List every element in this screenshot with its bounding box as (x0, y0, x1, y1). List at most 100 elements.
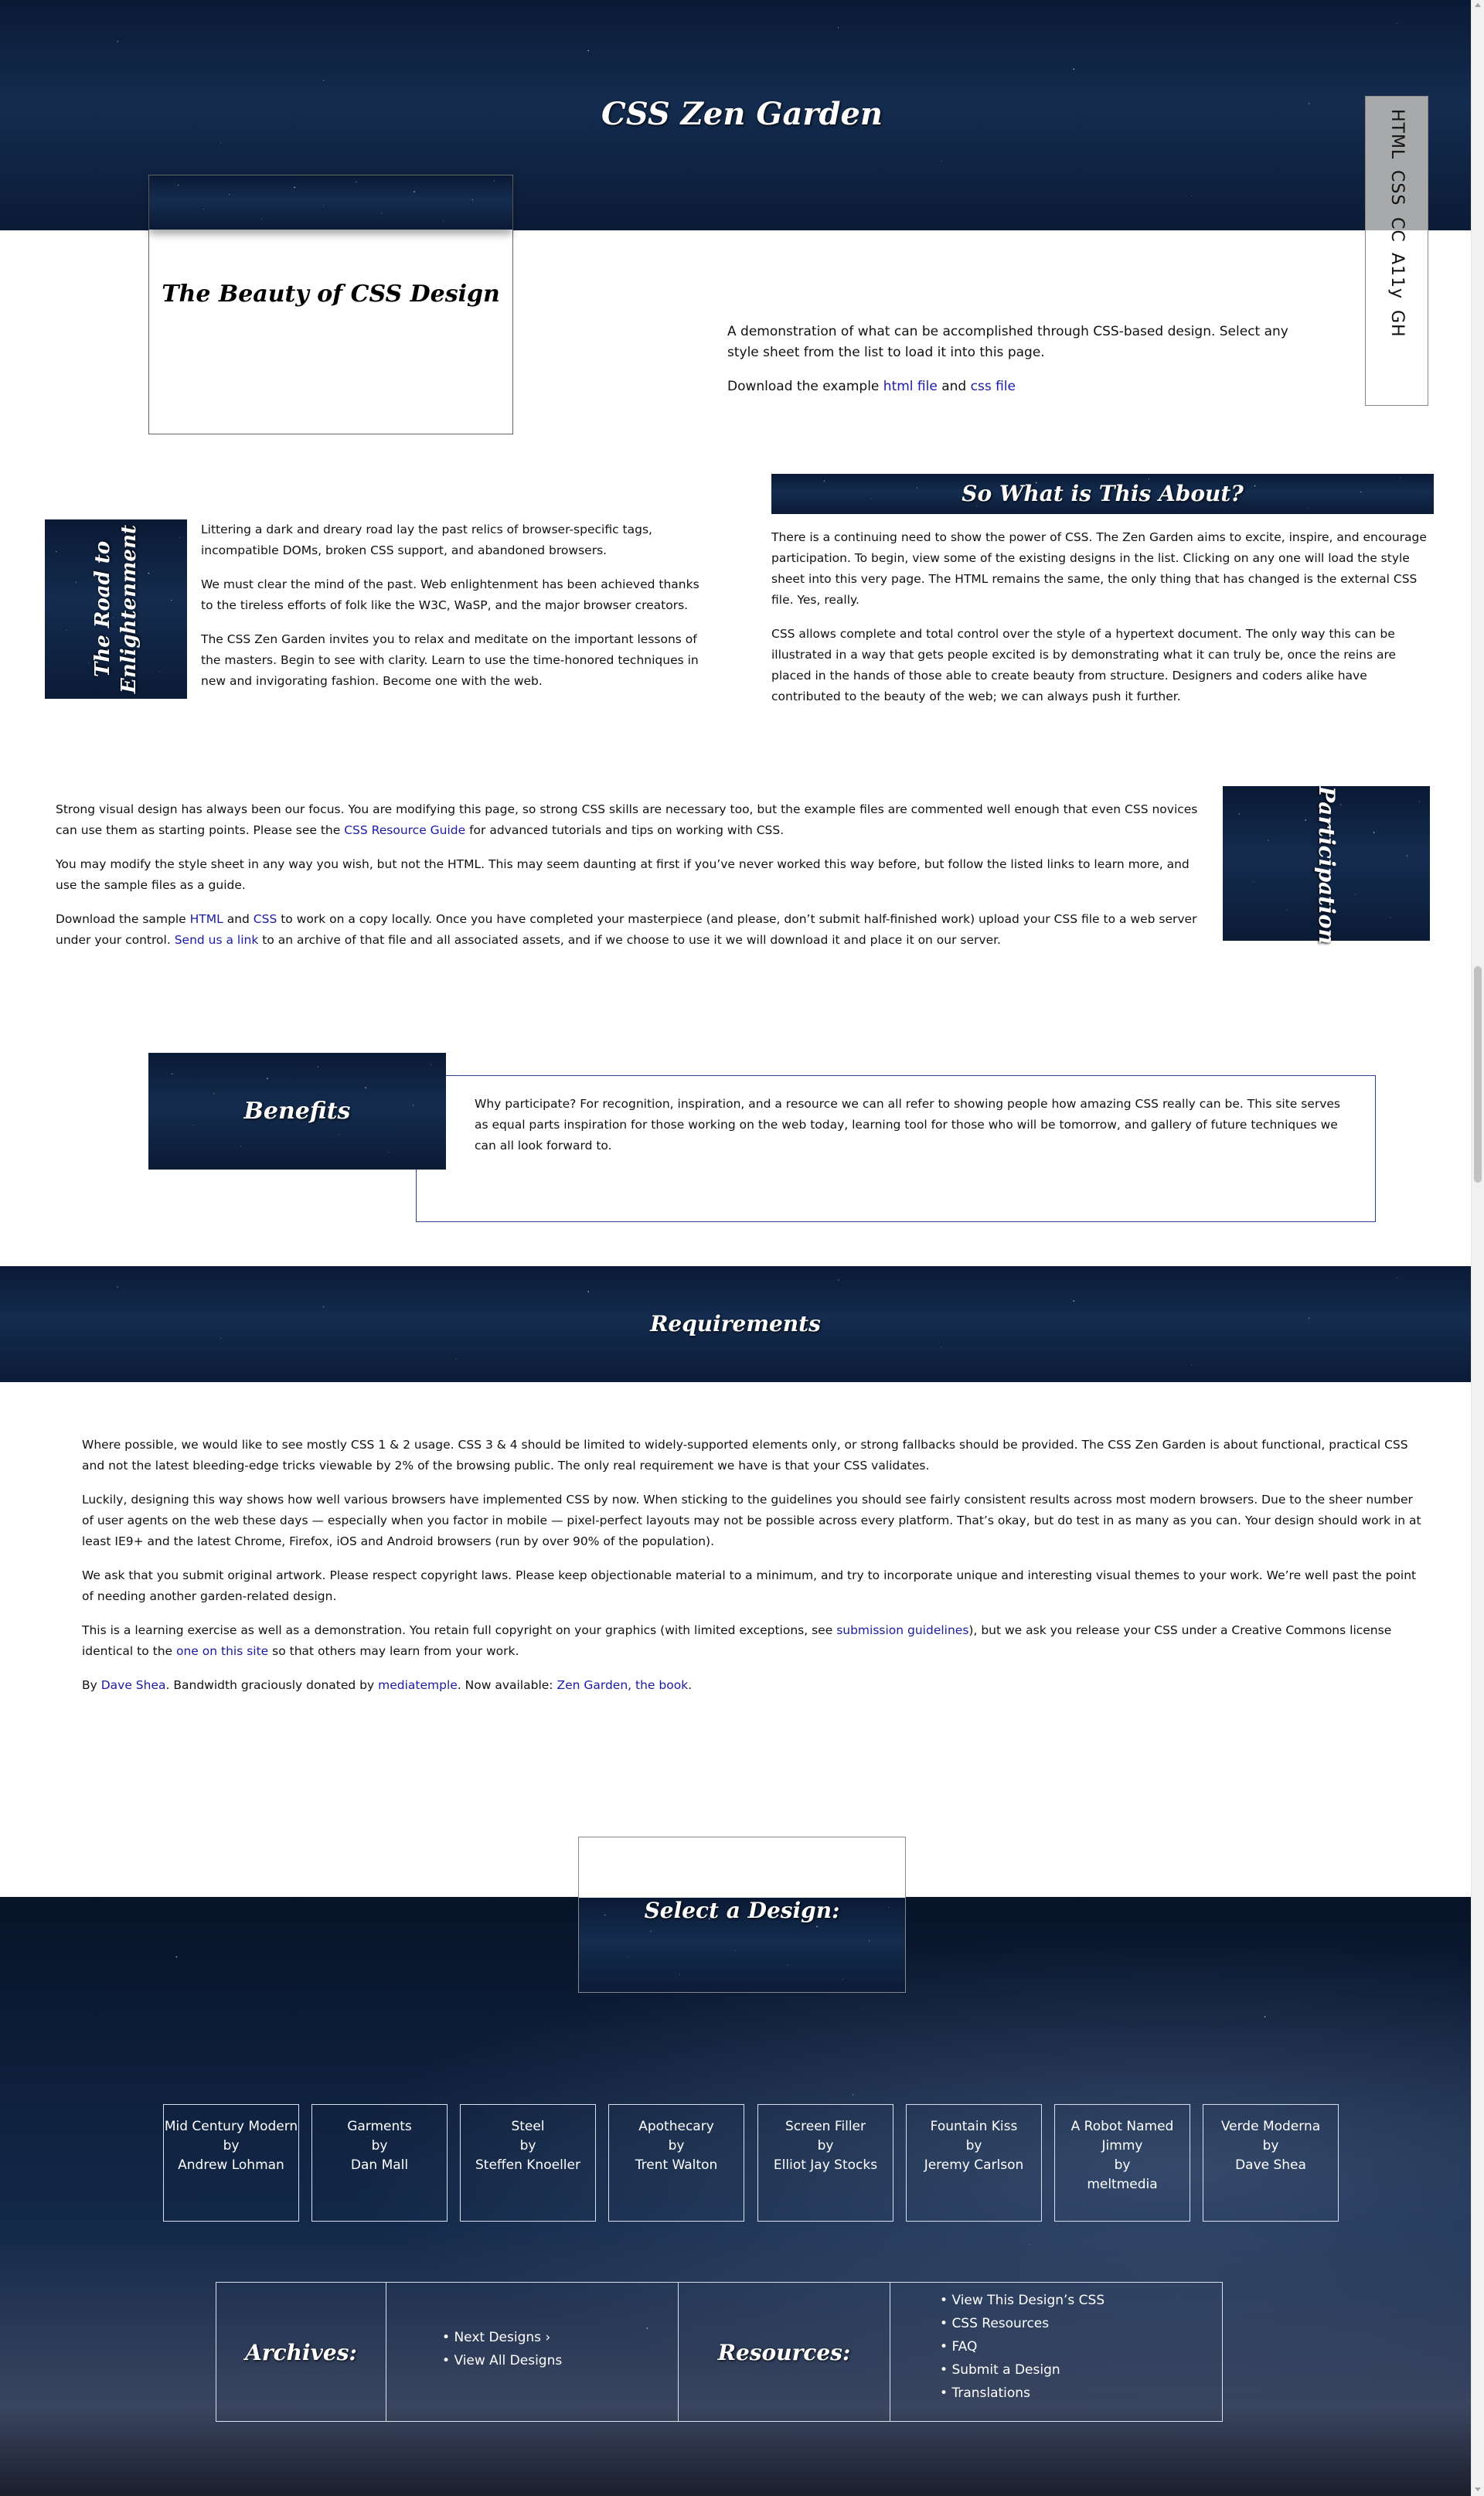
resources-title: Resources: (717, 2340, 851, 2365)
side-nav: HTML CSS CC A11y GH (1365, 96, 1428, 406)
scrollbar-track[interactable] (1471, 0, 1484, 2496)
benefits-title: Benefits (243, 1098, 351, 1125)
scrollbar-thumb[interactable] (1474, 966, 1482, 1183)
design-card[interactable]: Screen Filler by Elliot Jay Stocks (757, 2104, 893, 2222)
design-name[interactable]: Steel (461, 2117, 595, 2137)
faq-label[interactable]: FAQ (951, 2339, 977, 2355)
requirements-p5-d: . (688, 1678, 693, 1692)
preamble-title-line2: Enlightenment (117, 525, 141, 693)
dave-shea-link[interactable]: Dave Shea (101, 1678, 166, 1692)
design-card[interactable]: A Robot Named Jimmy by meltmedia (1054, 2104, 1190, 2222)
design-author[interactable]: Elliot Jay Stocks (758, 2156, 893, 2175)
send-link-link[interactable]: Send us a link (175, 933, 259, 947)
design-card[interactable]: Garments by Dan Mall (311, 2104, 448, 2222)
html-file-link[interactable]: html file (883, 379, 938, 394)
design-author[interactable]: Dan Mall (312, 2156, 447, 2175)
css-resources-label[interactable]: CSS Resources (951, 2316, 1049, 2331)
scrollbar-up-arrow-icon[interactable] (1475, 3, 1481, 7)
design-card[interactable]: Mid Century Modern by Andrew Lohman (163, 2104, 299, 2222)
design-name[interactable]: Garments (312, 2117, 447, 2137)
scrollbar-down-arrow-icon[interactable] (1475, 2487, 1481, 2491)
preamble-title-box: The Road to Enlightenment (45, 519, 187, 699)
translations-link[interactable]: • Translations (940, 2382, 1221, 2405)
requirements-p2: Luckily, designing this way shows how we… (82, 1493, 1421, 1548)
sample-html-link[interactable]: HTML (190, 912, 223, 926)
participation-p3-and: and (223, 912, 254, 926)
participation-p2: You may modify the style sheet in any wa… (56, 857, 1190, 892)
participation-title-box: Participation (1223, 786, 1430, 945)
view-design-css-label[interactable]: View This Design’s CSS (951, 2293, 1104, 2308)
explanation-title: So What is This About? (962, 481, 1244, 506)
select-design-box: Select a Design: (578, 1837, 906, 1993)
design-author[interactable]: Steffen Knoeller (461, 2156, 595, 2175)
license-link[interactable]: one on this site (176, 1644, 268, 1658)
side-nav-html[interactable]: HTML (1385, 109, 1408, 159)
design-card[interactable]: Steel by Steffen Knoeller (460, 2104, 596, 2222)
preamble-p2: We must clear the mind of the past. Web … (201, 577, 699, 612)
design-author[interactable]: Dave Shea (1203, 2156, 1338, 2175)
submit-design-label[interactable]: Submit a Design (951, 2362, 1060, 2378)
requirements-title: Requirements (650, 1311, 821, 1337)
tagline-box-strip (149, 175, 512, 230)
participation-p3: Download the sample HTML and CSS to work… (56, 909, 1200, 951)
tagline: The Beauty of CSS Design (162, 281, 500, 308)
mediatemple-link[interactable]: mediatemple (378, 1678, 458, 1692)
design-name[interactable]: Apothecary (609, 2117, 744, 2137)
zen-garden-book-link[interactable]: Zen Garden, the book (556, 1678, 688, 1692)
archives-links: • Next Designs › • View All Designs (386, 2283, 679, 2421)
next-designs-label[interactable]: Next Designs › (454, 2330, 550, 2345)
requirements-p5: By Dave Shea. Bandwidth graciously donat… (82, 1675, 1427, 1696)
view-design-css-link[interactable]: • View This Design’s CSS (940, 2289, 1221, 2312)
view-all-designs-label[interactable]: View All Designs (454, 2353, 562, 2368)
side-nav-cc[interactable]: CC (1385, 217, 1408, 243)
design-by: by (371, 2138, 388, 2154)
design-by: by (223, 2138, 240, 2154)
design-name[interactable]: A Robot Named Jimmy (1055, 2117, 1190, 2156)
participation-title: Participation (1314, 786, 1339, 945)
design-card[interactable]: Apothecary by Trent Walton (608, 2104, 744, 2222)
design-card[interactable]: Verde Moderna by Dave Shea (1203, 2104, 1339, 2222)
explanation-p1: There is a continuing need to show the p… (771, 530, 1427, 607)
css-file-link[interactable]: css file (971, 379, 1016, 394)
translations-label[interactable]: Translations (951, 2385, 1030, 2401)
design-name[interactable]: Screen Filler (758, 2117, 893, 2137)
design-author[interactable]: Trent Walton (609, 2156, 744, 2175)
submission-guidelines-link[interactable]: submission guidelines (836, 1623, 968, 1637)
view-all-designs-link[interactable]: • View All Designs (442, 2349, 678, 2372)
faq-link[interactable]: • FAQ (940, 2335, 1221, 2358)
sample-css-link[interactable]: CSS (254, 912, 277, 926)
side-nav-gh[interactable]: GH (1385, 310, 1408, 338)
css-resource-guide-link[interactable]: CSS Resource Guide (344, 823, 465, 837)
design-author[interactable]: Jeremy Carlson (907, 2156, 1041, 2175)
design-by: by (1114, 2157, 1131, 2173)
design-card[interactable]: Fountain Kiss by Jeremy Carlson (906, 2104, 1042, 2222)
select-design-title: Select a Design: (644, 1898, 840, 1923)
requirements-p5-c: . Now available: (457, 1678, 557, 1692)
design-by: by (519, 2138, 536, 2154)
design-name[interactable]: Fountain Kiss (907, 2117, 1041, 2137)
design-author[interactable]: meltmedia (1055, 2175, 1190, 2195)
preamble-p3: The CSS Zen Garden invites you to relax … (201, 632, 699, 688)
intro-download-text: Download the example (727, 379, 883, 394)
requirements-p4: This is a learning exercise as well as a… (82, 1620, 1427, 1662)
explanation-p2: CSS allows complete and total control ov… (771, 627, 1397, 703)
requirements-p1: Where possible, we would like to see mos… (82, 1438, 1408, 1473)
next-designs-link[interactable]: • Next Designs › (442, 2326, 678, 2349)
intro: A demonstration of what can be accomplis… (727, 322, 1315, 410)
requirements-p5-a: By (82, 1678, 101, 1692)
preamble-text: Littering a dark and dreary road lay the… (201, 519, 703, 705)
requirements-text: Where possible, we would like to see mos… (82, 1435, 1427, 1709)
css-resources-link[interactable]: • CSS Resources (940, 2312, 1221, 2335)
submit-design-link[interactable]: • Submit a Design (940, 2358, 1221, 2382)
archives-cell: Archives: (216, 2283, 386, 2421)
design-author[interactable]: Andrew Lohman (164, 2156, 298, 2175)
design-name[interactable]: Verde Moderna (1203, 2117, 1338, 2137)
design-name[interactable]: Mid Century Modern (164, 2117, 298, 2137)
side-nav-css[interactable]: CSS (1385, 170, 1408, 206)
site-title: CSS Zen Garden (601, 96, 883, 132)
preamble-title-line1: The Road to (91, 540, 114, 678)
participation-p1: Strong visual design has always been our… (56, 799, 1200, 841)
participation-p1-b: for advanced tutorials and tips on worki… (465, 823, 785, 837)
participation-text: Strong visual design has always been our… (56, 799, 1200, 964)
side-nav-a11y[interactable]: A11y (1385, 253, 1408, 299)
